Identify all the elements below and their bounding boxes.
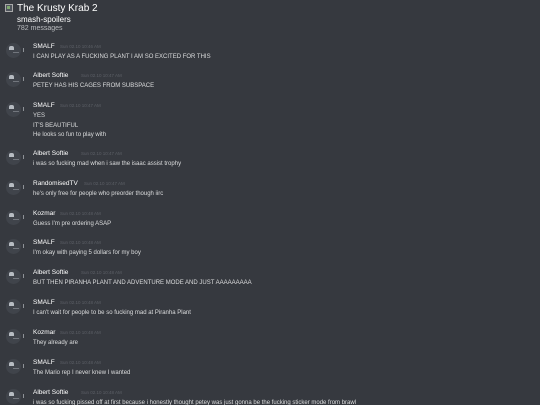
avatar-marker-icon xyxy=(23,244,24,248)
message-text: BUT THEN PIRANHA PLANT AND ADVENTURE MOD… xyxy=(33,280,252,286)
avatar-marker-icon xyxy=(23,334,24,338)
message-timestamp: Sun 02.10 10:48 AM xyxy=(81,270,122,275)
server-icon xyxy=(5,4,13,12)
avatar[interactable] xyxy=(6,359,21,374)
avatar-marker-icon xyxy=(23,185,24,189)
avatar[interactable] xyxy=(6,150,21,165)
message-author[interactable]: Kozmar xyxy=(33,329,55,337)
message-author[interactable]: RandomisedTV xyxy=(33,180,78,188)
message-author[interactable]: Albert Softie xyxy=(33,150,68,158)
message-timestamp: Sun 02.10 10:46 AM xyxy=(60,44,101,49)
avatar[interactable] xyxy=(6,269,21,284)
avatar-marker-icon xyxy=(23,274,24,278)
message-author[interactable]: Albert Softie xyxy=(33,389,68,397)
message-timestamp: Sun 02.10 10:48 AM xyxy=(81,390,122,395)
message-text: Guess I'm pre ordering ASAP xyxy=(33,221,112,227)
message-text: I'm okay with paying 5 dollars for my bo… xyxy=(33,250,141,256)
message-text: he's only free for people who preorder t… xyxy=(33,191,164,197)
message-timestamp: Sun 02.10 10:47 AM xyxy=(81,73,122,78)
avatar[interactable] xyxy=(6,102,21,117)
server-name: The Krusty Krab 2 xyxy=(17,3,98,14)
channel-header: The Krusty Krab 2 smash-spoilers 782 mes… xyxy=(0,0,540,36)
message-text: The Mario rep I never knew I wanted xyxy=(33,370,131,376)
message-timestamp: Sun 02.10 10:47 AM xyxy=(60,103,101,108)
avatar-marker-icon xyxy=(23,48,24,52)
avatar[interactable] xyxy=(6,239,21,254)
message-author[interactable]: Albert Softie xyxy=(33,72,68,80)
message-timestamp: Sun 02.10 10:48 AM xyxy=(60,240,101,245)
message-text: I CAN PLAY AS A FUCKING PLANT I AM SO EX… xyxy=(33,54,211,60)
message-count: 782 messages xyxy=(17,25,63,32)
message-author[interactable]: SMALF xyxy=(33,239,55,247)
message-text: He looks so fun to play with xyxy=(33,132,107,138)
message-author[interactable]: Albert Softie xyxy=(33,269,68,277)
avatar-marker-icon xyxy=(23,77,24,81)
message-timestamp: Sun 02.10 10:48 AM xyxy=(60,211,101,216)
message-text: They already are xyxy=(33,340,79,346)
message-author[interactable]: SMALF xyxy=(33,299,55,307)
avatar[interactable] xyxy=(6,180,21,195)
message-text: i was so fucking mad when i saw the isaa… xyxy=(33,161,182,167)
message-timestamp: Sun 02.10 10:48 AM xyxy=(60,330,101,335)
avatar-marker-icon xyxy=(23,364,24,368)
message-timestamp: Sun 02.10 10:47 AM xyxy=(84,181,125,186)
avatar[interactable] xyxy=(6,329,21,344)
message-author[interactable]: SMALF xyxy=(33,43,55,51)
avatar-marker-icon xyxy=(23,107,24,111)
avatar-marker-icon xyxy=(23,394,24,398)
message-text: IT'S BEAUTIFUL xyxy=(33,122,79,129)
avatar[interactable] xyxy=(6,210,21,225)
message-timestamp: Sun 02.10 10:48 AM xyxy=(60,360,101,365)
avatar[interactable] xyxy=(6,389,21,404)
chat-window: The Krusty Krab 2 smash-spoilers 782 mes… xyxy=(0,0,540,405)
avatar-marker-icon xyxy=(23,215,24,219)
message-text: YES xyxy=(33,113,46,119)
avatar[interactable] xyxy=(6,299,21,314)
message-text: PETEY HAS HIS CAGES FROM SUBSPACE xyxy=(33,83,155,89)
message-author[interactable]: Kozmar xyxy=(33,210,55,218)
avatar[interactable] xyxy=(6,43,21,58)
avatar[interactable] xyxy=(6,72,21,87)
message-text: i was so fucking pissed off at first bec… xyxy=(33,400,357,405)
message-author[interactable]: SMALF xyxy=(33,102,55,110)
message-author[interactable]: SMALF xyxy=(33,359,55,367)
avatar-marker-icon xyxy=(23,304,24,308)
message-timestamp: Sun 02.10 10:47 AM xyxy=(81,151,122,156)
message-text: I can't wait for people to be so fucking… xyxy=(33,310,191,316)
message-timestamp: Sun 02.10 10:48 AM xyxy=(60,300,101,305)
avatar-marker-icon xyxy=(23,155,24,159)
